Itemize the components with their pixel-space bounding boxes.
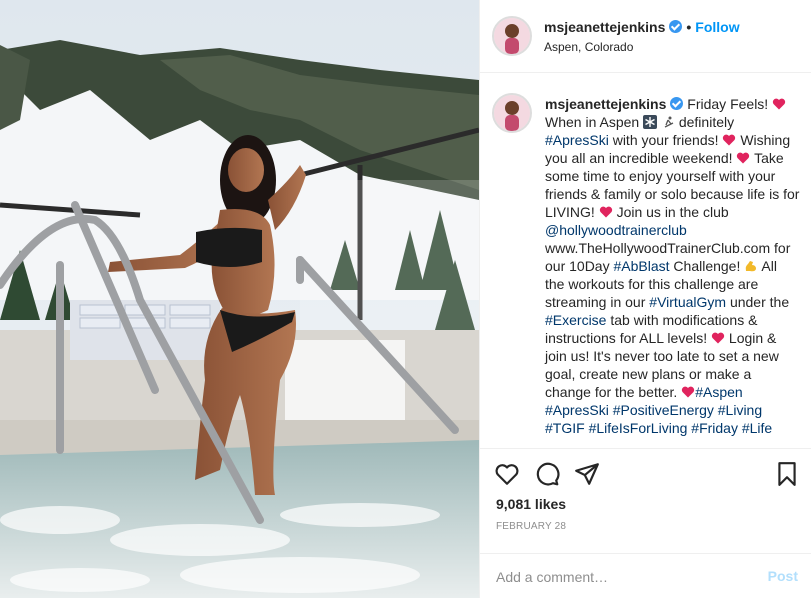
post-actions: 9,081 likes FEBRUARY 28 Post: [480, 448, 811, 598]
hashtag-link[interactable]: #Living: [718, 402, 762, 418]
heart-emoji-icon: [737, 152, 750, 164]
heart-emoji-icon: [599, 206, 612, 218]
bookmark-icon[interactable]: [774, 461, 800, 487]
caption-segment: definitely: [678, 114, 735, 130]
post-image[interactable]: [0, 0, 479, 598]
follow-button[interactable]: Follow: [695, 19, 739, 35]
avatar-photo-icon: [494, 18, 530, 54]
follow-separator: •: [686, 19, 692, 35]
caption-segment: Friday Feels!: [687, 96, 769, 112]
caption-avatar[interactable]: [492, 93, 532, 133]
caption-url: www.TheHollywoodTrainerClub.com: [545, 240, 771, 256]
flexed-biceps-emoji-icon: [746, 261, 757, 272]
mention-link[interactable]: @hollywoodtrainerclub: [545, 222, 687, 238]
comment-box: Post: [480, 553, 811, 598]
caption-segment: under the: [729, 294, 790, 310]
caption-username[interactable]: msjeanettejenkins: [545, 96, 666, 112]
caption-segment: with your friends!: [612, 132, 719, 148]
header-username-row: msjeanettejenkins • Follow: [544, 19, 740, 35]
verified-badge-icon: [669, 20, 683, 33]
heart-emoji-icon: [682, 386, 695, 398]
hashtag-link[interactable]: #ApresSki: [545, 402, 609, 418]
hashtag-link[interactable]: #AbBlast: [613, 258, 669, 274]
heart-emoji-icon: [711, 332, 725, 344]
heart-emoji-icon: [772, 98, 786, 110]
comment-input[interactable]: [496, 568, 746, 586]
location-link[interactable]: Aspen, Colorado: [544, 40, 633, 54]
caption-area: msjeanettejenkins Friday Feels! When in …: [480, 73, 811, 448]
hashtag-link[interactable]: #Life: [742, 420, 772, 436]
snowflake-emoji-icon: [643, 115, 658, 129]
caption-segment: When in Aspen: [545, 114, 640, 130]
avatar[interactable]: [492, 16, 532, 56]
hashtag-link[interactable]: #Friday: [691, 420, 738, 436]
header-username[interactable]: msjeanettejenkins: [544, 19, 665, 35]
hashtag-link[interactable]: #LifeIsForLiving: [589, 420, 688, 436]
share-icon[interactable]: [574, 461, 600, 487]
follow-wrap: • Follow: [686, 19, 739, 35]
avatar-photo-icon: [494, 95, 530, 131]
heart-icon[interactable]: [494, 461, 520, 487]
hashtag-link[interactable]: #Aspen: [695, 384, 742, 400]
post-comment-button[interactable]: Post: [768, 568, 798, 584]
photo-scene: [0, 0, 479, 598]
verified-badge-icon: [670, 97, 684, 110]
post-header: msjeanettejenkins • Follow Aspen, Colorado: [480, 0, 811, 73]
heart-emoji-icon: [723, 134, 736, 146]
skier-emoji-icon: [664, 116, 674, 128]
action-icons-row: [494, 461, 798, 487]
likes-count[interactable]: 9,081 likes: [496, 496, 566, 512]
hashtag-link[interactable]: #ApresSki: [545, 132, 609, 148]
hashtag-link[interactable]: #PositiveEnergy: [613, 402, 714, 418]
comment-icon[interactable]: [534, 461, 560, 487]
caption-segment: Challenge!: [673, 258, 741, 274]
caption-text: msjeanettejenkins Friday Feels! When in …: [545, 95, 800, 437]
post-date[interactable]: FEBRUARY 28: [496, 521, 566, 532]
post-side-panel: msjeanettejenkins • Follow Aspen, Colorado…: [479, 0, 811, 598]
hashtag-link[interactable]: #TGIF: [545, 420, 585, 436]
hashtag-link[interactable]: #Exercise: [545, 312, 606, 328]
hashtag-link[interactable]: #VirtualGym: [649, 294, 726, 310]
caption-segment: Join us in the club: [616, 204, 729, 220]
